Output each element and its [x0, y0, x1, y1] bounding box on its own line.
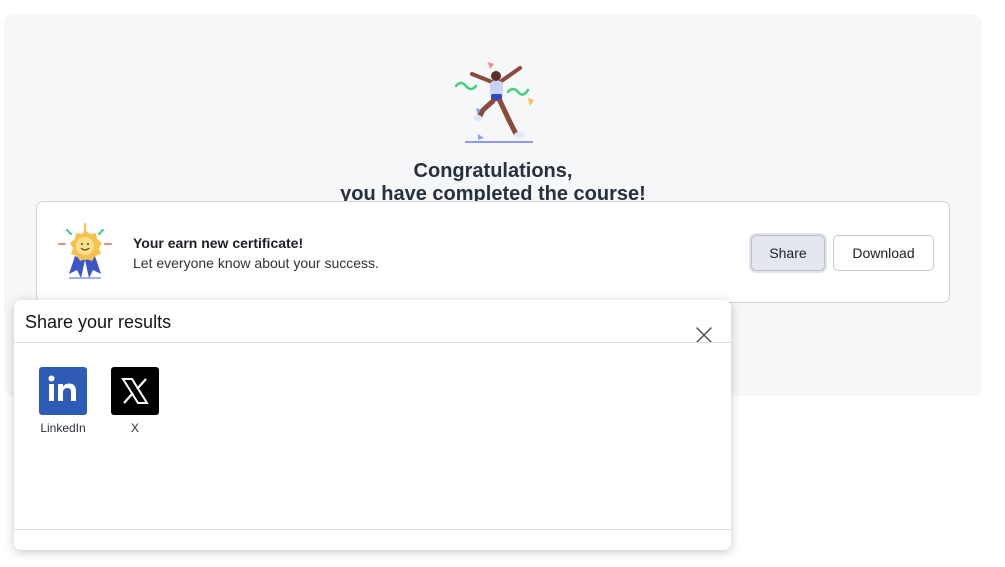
share-linkedin-option[interactable]: LinkedIn	[33, 367, 93, 435]
certificate-card: Your earn new certificate! Let everyone …	[36, 201, 950, 303]
x-label: X	[130, 421, 139, 435]
linkedin-label: LinkedIn	[40, 421, 86, 435]
page: Congratulations, you have completed the …	[0, 0, 1005, 567]
celebration-illustration	[448, 58, 540, 146]
linkedin-icon[interactable]	[39, 367, 87, 415]
share-button[interactable]: Share	[751, 235, 825, 271]
share-x-option[interactable]: X	[105, 367, 165, 435]
download-button[interactable]: Download	[833, 235, 934, 271]
congrats-line1: Congratulations,	[413, 160, 573, 182]
certificate-badge-icon	[55, 222, 115, 280]
modal-footer-divider	[14, 529, 731, 530]
certificate-title: Your earn new certificate!	[133, 235, 304, 251]
modal-title: Share your results	[25, 312, 172, 332]
modal-header-divider	[14, 342, 731, 343]
congrats-heading: Congratulations, you have completed the …	[4, 160, 982, 206]
share-results-modal: Share your results LinkedIn X	[14, 300, 731, 550]
x-logo-icon[interactable]	[111, 367, 159, 415]
certificate-subtitle: Let everyone know about your success.	[133, 255, 379, 271]
